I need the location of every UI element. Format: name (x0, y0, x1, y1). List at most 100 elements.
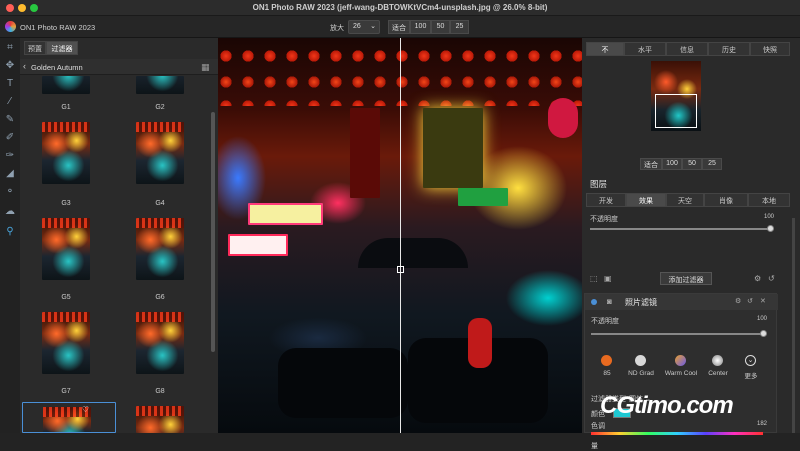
right-panel-scrollbar[interactable] (792, 218, 795, 433)
hue-slider[interactable] (591, 432, 763, 435)
preset-thumbnail[interactable] (42, 218, 90, 280)
gradient-icon[interactable]: ◢ (4, 168, 16, 180)
watermark: CGtimo.com (600, 392, 734, 419)
filter-opacity-slider[interactable] (591, 333, 763, 335)
split-handle[interactable] (397, 266, 404, 273)
preset-nd-grad-swatch[interactable] (635, 355, 646, 366)
reset-icon[interactable]: ↺ (768, 274, 775, 283)
text-icon[interactable]: T (4, 78, 16, 90)
preset-category-header[interactable]: ‹ Golden Autumn ▦ (20, 59, 218, 75)
tab-navigator[interactable]: 不 (586, 42, 624, 56)
preset-thumbnail[interactable] (42, 312, 90, 374)
neon-sign (350, 108, 380, 198)
preset-thumbnail[interactable] (136, 122, 184, 184)
brush-icon[interactable]: ✎ (4, 114, 16, 126)
retouch-icon[interactable]: ✑ (4, 150, 16, 162)
neon-sign (248, 203, 323, 225)
image-canvas[interactable] (218, 38, 582, 433)
tab-sky[interactable]: 天空 (666, 193, 704, 207)
preset-thumbnail[interactable] (42, 76, 90, 94)
preset-warm-cool-swatch[interactable] (675, 355, 686, 366)
grid-view-icon[interactable]: ▦ (201, 62, 210, 73)
window-title: ON1 Photo RAW 2023 (jeff-wang-DBTOWKtVCm… (252, 3, 548, 12)
preset-center-swatch[interactable] (712, 355, 723, 366)
title-bar: ON1 Photo RAW 2023 (jeff-wang-DBTOWKtVCm… (0, 0, 800, 16)
opacity-label: 不透明度 (590, 216, 618, 223)
zoom-select[interactable]: 26 ⌄ (348, 20, 380, 34)
preset-thumbnail[interactable] (42, 122, 90, 184)
heart-icon[interactable]: ♡ (82, 405, 89, 414)
app-logo-icon (5, 21, 16, 32)
opacity-slider[interactable] (590, 228, 770, 230)
zoom-25-button[interactable]: 25 (450, 20, 469, 34)
presets-panel: 预置 过滤器 ‹ Golden Autumn ▦ G1 G2 G3 G4 G5 … (20, 38, 218, 433)
filter-gear-icon[interactable]: ⚙ (735, 297, 741, 305)
preset-label: G6 (155, 294, 165, 301)
zoom-tool-icon[interactable]: ⚲ (4, 226, 16, 238)
preset-label: G1 (61, 104, 71, 111)
navigator-tabs: 不 水平 信息 历史 快照 (586, 42, 790, 56)
magic-wand-icon[interactable]: ⁄ (4, 96, 16, 108)
preset-label: G7 (61, 388, 71, 395)
navigator-viewport[interactable] (655, 94, 697, 128)
opacity-slider-knob[interactable] (767, 225, 774, 232)
camera-icon: ◙ (607, 297, 612, 306)
tab-local[interactable]: 本地 (748, 193, 790, 207)
neon-sign (548, 98, 578, 138)
zoom-fit-button[interactable]: 适合 (388, 20, 410, 34)
presets-scrollbar[interactable] (211, 112, 215, 352)
zoom-value: 26 (353, 23, 361, 30)
neon-sign (458, 188, 508, 206)
preset-label: Warm Cool (664, 370, 698, 377)
preset-85-swatch[interactable] (601, 355, 612, 366)
tab-snapshots[interactable]: 快照 (750, 42, 790, 56)
preset-thumbnail[interactable] (136, 406, 184, 433)
mask-icon[interactable]: ⬚ (590, 274, 598, 283)
nav-zoom-25-button[interactable]: 25 (702, 158, 722, 170)
preset-label: G8 (155, 388, 165, 395)
filter-opacity-knob[interactable] (760, 330, 767, 337)
tab-levels[interactable]: 水平 (624, 42, 666, 56)
filter-close-icon[interactable]: ✕ (760, 297, 766, 305)
nav-zoom-fit-button[interactable]: 适合 (640, 158, 662, 170)
add-filter-button[interactable]: 添加过滤器 (660, 272, 712, 285)
zoom-100-button[interactable]: 100 (410, 20, 431, 34)
layer-icon[interactable]: ▣ (604, 274, 612, 283)
more-presets-icon[interactable]: ⌄ (745, 355, 756, 366)
filter-reset-icon[interactable]: ↺ (747, 297, 753, 305)
hue-value: 182 (757, 421, 768, 427)
filter-enabled-dot[interactable] (591, 299, 597, 305)
preset-thumbnail[interactable] (136, 312, 184, 374)
rider-silhouette (468, 318, 492, 368)
refine-icon[interactable]: ☁ (4, 206, 16, 218)
chevron-left-icon[interactable]: ‹ (23, 61, 26, 71)
right-panel: 不 水平 信息 历史 快照 适合 100 50 25 图层 开发 效果 天空 肖… (582, 38, 800, 450)
layers-title: 图层 (590, 179, 608, 189)
clone-icon[interactable]: ⚬ (4, 186, 16, 198)
tab-effects[interactable]: 效果 (626, 193, 666, 207)
preset-thumbnail[interactable] (136, 218, 184, 280)
before-after-divider[interactable] (400, 38, 401, 433)
nav-zoom-50-button[interactable]: 50 (682, 158, 702, 170)
tab-history[interactable]: 历史 (708, 42, 750, 56)
tab-presets[interactable]: 预置 (24, 41, 46, 55)
nav-zoom-100-button[interactable]: 100 (662, 158, 682, 170)
tab-filters[interactable]: 过滤器 (46, 41, 78, 55)
gear-icon[interactable]: ⚙ (754, 274, 761, 283)
tab-develop[interactable]: 开发 (586, 193, 626, 207)
neon-sign (228, 234, 288, 256)
zoom-50-button[interactable]: 50 (431, 20, 450, 34)
preset-thumbnail-selected[interactable]: ♡ (22, 402, 116, 433)
masking-brush-icon[interactable]: ✐ (4, 132, 16, 144)
app-name: ON1 Photo RAW 2023 (20, 23, 96, 32)
preset-thumbnail[interactable] (136, 76, 184, 94)
move-icon[interactable]: ✥ (4, 60, 16, 72)
top-toolbar: ON1 Photo RAW 2023 放大 26 ⌄ 适合 100 50 25 (0, 16, 800, 38)
tab-portrait[interactable]: 肖像 (704, 193, 748, 207)
tab-info[interactable]: 信息 (666, 42, 708, 56)
preset-label: G4 (155, 200, 165, 207)
preset-label: G2 (155, 104, 165, 111)
filter-header[interactable]: ◙ 照片滤镜 ⚙ ↺ ✕ (585, 294, 778, 310)
crop-icon[interactable]: ⌗ (4, 42, 16, 54)
filter-opacity-label: 不透明度 (591, 318, 619, 325)
